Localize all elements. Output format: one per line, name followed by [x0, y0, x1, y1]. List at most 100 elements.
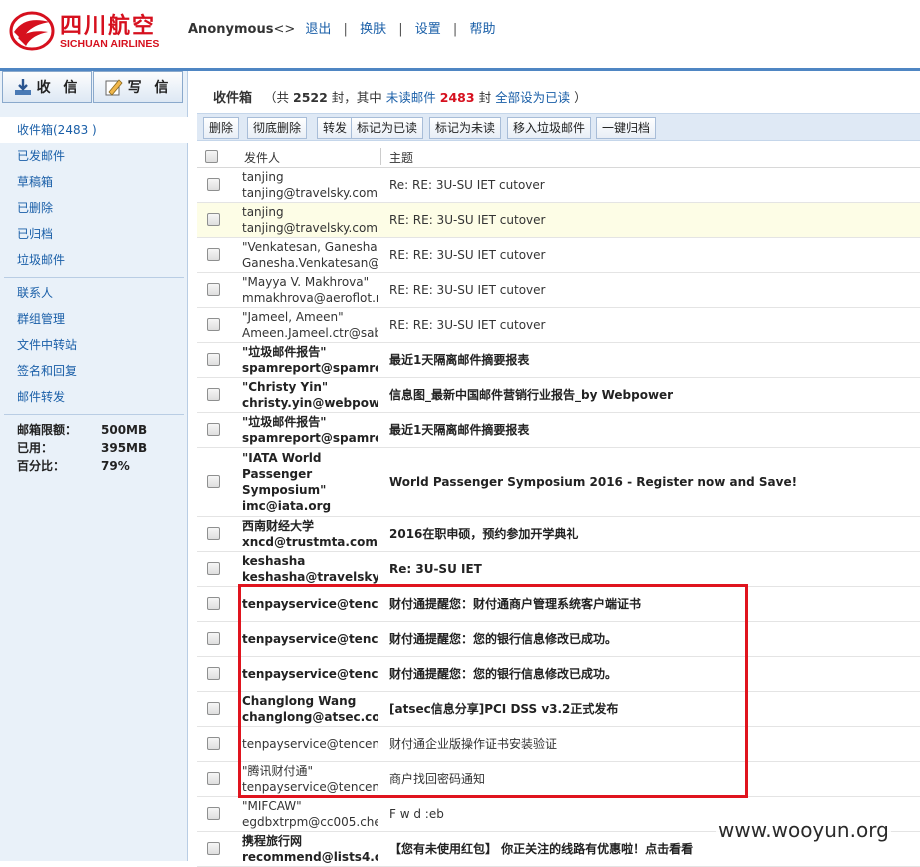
- mail-sender[interactable]: "垃圾邮件报告" spamreport@spamrep: [242, 414, 378, 446]
- move-to-spam-button[interactable]: 移入垃圾邮件: [507, 117, 592, 139]
- mail-row[interactable]: "Venkatesan, Ganesha" Ganesha.Venkatesan@…: [197, 238, 920, 273]
- mail-select-checkbox[interactable]: [207, 772, 220, 788]
- mail-subject[interactable]: RE: RE: 3U-SU IET cutover: [389, 282, 914, 298]
- mail-subject[interactable]: 财付通提醒您：财付通商户管理系统客户端证书: [389, 596, 914, 612]
- permanent-delete-button[interactable]: 彻底删除: [247, 117, 308, 139]
- select-all-checkbox[interactable]: [205, 150, 218, 166]
- mail-row[interactable]: "垃圾邮件报告" spamreport@spamrep 最近1天隔离邮件摘要报表: [197, 413, 920, 448]
- mark-unread-button[interactable]: 标记为未读: [429, 117, 502, 139]
- mail-select-checkbox[interactable]: [207, 632, 220, 648]
- mail-select-checkbox[interactable]: [207, 702, 220, 718]
- folder-archived[interactable]: 已归档: [0, 221, 188, 247]
- mark-read-button[interactable]: 标记为已读: [351, 117, 424, 139]
- mail-sender[interactable]: tenpayservice@tencen: [242, 596, 378, 612]
- mail-sender[interactable]: tenpayservice@tencen: [242, 631, 378, 647]
- settings-link[interactable]: 设置: [415, 22, 441, 37]
- mail-row[interactable]: tenpayservice@tencent. 财付通企业版操作证书安装验证: [197, 727, 920, 762]
- mail-subject[interactable]: RE: RE: 3U-SU IET cutover: [389, 317, 914, 333]
- mail-sender[interactable]: Changlong Wang changlong@atsec.com: [242, 693, 378, 725]
- tool-mail-forwarding[interactable]: 邮件转发: [0, 384, 188, 410]
- help-link[interactable]: 帮助: [469, 22, 495, 37]
- mail-subject[interactable]: 2016在职申硕，预约参加开学典礼: [389, 526, 914, 542]
- mail-select-checkbox[interactable]: [207, 562, 220, 578]
- unread-mail-link[interactable]: 未读邮件: [386, 90, 436, 105]
- mail-row[interactable]: tenpayservice@tencen 财付通提醒您：财付通商户管理系统客户端证…: [197, 587, 920, 622]
- change-skin-link[interactable]: 换肤: [360, 22, 386, 37]
- folder-drafts[interactable]: 草稿箱: [0, 169, 188, 195]
- mail-select-checkbox[interactable]: [207, 842, 220, 858]
- mail-sender[interactable]: tanjing tanjing@travelsky.com: [242, 204, 378, 236]
- mail-row[interactable]: "垃圾邮件报告" spamreport@spamrep 最近1天隔离邮件摘要报表: [197, 343, 920, 378]
- mail-sender[interactable]: "腾讯财付通" tenpayservice@tencent.: [242, 763, 378, 795]
- tool-contacts[interactable]: 联系人: [0, 280, 188, 306]
- folder-inbox[interactable]: 收件箱(2483 ): [0, 117, 188, 143]
- folder-spam[interactable]: 垃圾邮件: [0, 247, 188, 273]
- receive-mail-button[interactable]: 收 信: [2, 71, 92, 103]
- mail-select-checkbox[interactable]: [207, 423, 220, 439]
- logout-link[interactable]: 退出: [305, 22, 331, 37]
- mail-sender[interactable]: keshasha keshasha@travelsky.co: [242, 553, 378, 585]
- mail-select-checkbox[interactable]: [207, 388, 220, 404]
- mail-select-checkbox[interactable]: [207, 527, 220, 543]
- tool-file-transfer[interactable]: 文件中转站: [0, 332, 188, 358]
- mail-subject[interactable]: RE: RE: 3U-SU IET cutover: [389, 247, 914, 263]
- mail-sender[interactable]: 携程旅行网 recommend@lists4.ctr: [242, 833, 378, 865]
- delete-button[interactable]: 删除: [203, 117, 240, 139]
- mail-row[interactable]: keshasha keshasha@travelsky.co Re: 3U-SU I…: [197, 552, 920, 587]
- mail-subject[interactable]: 财付通提醒您：您的银行信息修改已成功。: [389, 666, 914, 682]
- mail-subject[interactable]: 商户找回密码通知: [389, 771, 914, 787]
- mail-select-checkbox[interactable]: [207, 597, 220, 613]
- mail-sender[interactable]: tenpayservice@tencent.: [242, 736, 378, 752]
- mail-sender[interactable]: "Christy Yin" christy.yin@webpower: [242, 379, 378, 411]
- mail-subject[interactable]: RE: RE: 3U-SU IET cutover: [389, 212, 914, 228]
- mail-sender[interactable]: "Venkatesan, Ganesha" Ganesha.Venkatesan@…: [242, 239, 378, 271]
- column-sender[interactable]: 发件人: [244, 149, 280, 166]
- mail-select-checkbox[interactable]: [207, 807, 220, 823]
- mail-select-checkbox[interactable]: [207, 737, 220, 753]
- mail-select-checkbox[interactable]: [207, 667, 220, 683]
- mail-row[interactable]: "腾讯财付通" tenpayservice@tencent. 商户找回密码通知: [197, 762, 920, 797]
- mail-sender[interactable]: "MIFCAW" egdbxtrpm@cc005.che: [242, 798, 378, 830]
- mail-row[interactable]: tenpayservice@tencen 财付通提醒您：您的银行信息修改已成功。: [197, 657, 920, 692]
- mail-sender[interactable]: 西南财经大学 xncd@trustmta.com: [242, 518, 378, 550]
- mail-subject[interactable]: Re: 3U-SU IET: [389, 561, 914, 577]
- mail-row[interactable]: Changlong Wang changlong@atsec.com [atsec信…: [197, 692, 920, 727]
- mail-sender[interactable]: "垃圾邮件报告" spamreport@spamrep: [242, 344, 378, 376]
- tool-group-management[interactable]: 群组管理: [0, 306, 188, 332]
- mail-row[interactable]: "Christy Yin" christy.yin@webpower 信息图_最新中…: [197, 378, 920, 413]
- mail-subject[interactable]: 最近1天隔离邮件摘要报表: [389, 422, 914, 438]
- mail-subject[interactable]: 财付通提醒您：您的银行信息修改已成功。: [389, 631, 914, 647]
- mail-subject[interactable]: [atsec信息分享]PCI DSS v3.2正式发布: [389, 701, 914, 717]
- mail-row[interactable]: tanjing tanjing@travelsky.com RE: RE: 3U-S…: [197, 203, 920, 238]
- folder-sent[interactable]: 已发邮件: [0, 143, 188, 169]
- mail-row[interactable]: "Mayya V. Makhrova" mmakhrova@aeroflot.r R…: [197, 273, 920, 308]
- mail-select-checkbox[interactable]: [207, 475, 220, 491]
- mail-sender[interactable]: "IATA World Passenger Symposium" imc@iata.o…: [242, 450, 378, 514]
- mail-select-checkbox[interactable]: [207, 353, 220, 369]
- mail-subject[interactable]: 财付通企业版操作证书安装验证: [389, 736, 914, 752]
- mail-row[interactable]: tanjing tanjing@travelsky.com Re: RE: 3U-S…: [197, 168, 920, 203]
- one-click-archive-button[interactable]: 一键归档: [596, 117, 657, 139]
- mail-row[interactable]: tenpayservice@tencen 财付通提醒您：您的银行信息修改已成功。: [197, 622, 920, 657]
- forward-button[interactable]: 转发: [317, 117, 354, 139]
- mail-sender[interactable]: tenpayservice@tencen: [242, 666, 378, 682]
- mail-select-checkbox[interactable]: [207, 283, 220, 299]
- mail-subject[interactable]: 信息图_最新中国邮件营销行业报告_by Webpower: [389, 387, 914, 403]
- mail-sender[interactable]: tanjing tanjing@travelsky.com: [242, 169, 378, 201]
- mail-row[interactable]: "IATA World Passenger Symposium" imc@iata.o…: [197, 448, 920, 517]
- mail-select-checkbox[interactable]: [207, 248, 220, 264]
- mail-sender[interactable]: "Mayya V. Makhrova" mmakhrova@aeroflot.r: [242, 274, 378, 306]
- mail-subject[interactable]: World Passenger Symposium 2016 - Registe…: [389, 474, 914, 490]
- compose-mail-button[interactable]: 写 信: [93, 71, 183, 103]
- mail-subject[interactable]: Re: RE: 3U-SU IET cutover: [389, 177, 914, 193]
- mail-subject[interactable]: 最近1天隔离邮件摘要报表: [389, 352, 914, 368]
- tool-signature-reply[interactable]: 签名和回复: [0, 358, 188, 384]
- mail-row[interactable]: "Jameel, Ameen" Ameen.Jameel.ctr@sab RE: R…: [197, 308, 920, 343]
- mail-select-checkbox[interactable]: [207, 178, 220, 194]
- folder-deleted[interactable]: 已删除: [0, 195, 188, 221]
- mail-row[interactable]: 西南财经大学 xncd@trustmta.com 2016在职申硕，预约参加开学典礼: [197, 517, 920, 552]
- sichuan-airlines-logo[interactable]: 四川航空 SICHUAN AIRLINES: [6, 8, 176, 56]
- mail-subject[interactable]: 【您有未使用红包】 你正关注的线路有优惠啦！点击看看: [389, 841, 914, 857]
- mark-all-read-link[interactable]: 全部设为已读: [495, 90, 570, 105]
- mail-sender[interactable]: "Jameel, Ameen" Ameen.Jameel.ctr@sab: [242, 309, 378, 341]
